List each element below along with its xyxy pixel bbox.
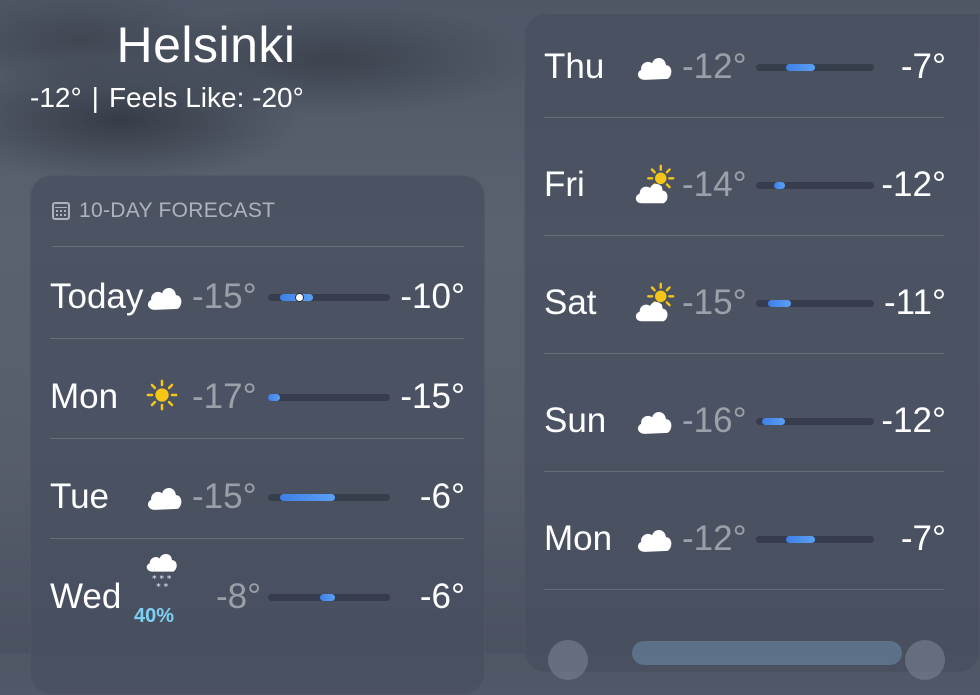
- high-temp: -7°: [900, 519, 946, 558]
- temp-range-fill: [773, 182, 786, 189]
- divider: [50, 338, 464, 339]
- forecast-row-mon[interactable]: Mon -12° -7°: [524, 509, 980, 569]
- temp-range-track: [756, 300, 874, 307]
- temp-range-fill: [280, 494, 336, 501]
- cloud-icon: [632, 45, 676, 94]
- calendar-icon: [52, 202, 70, 220]
- forecast-panel-right[interactable]: Thu -12° -7° Fri -14° -12° Sat -15° -11° Sun -16° -…: [524, 13, 980, 673]
- day-label: Mon: [544, 519, 613, 558]
- high-temp: -10°: [400, 277, 465, 316]
- cloud-icon: [632, 399, 676, 448]
- temp-range-track: [756, 64, 874, 71]
- divider: [544, 353, 944, 354]
- low-temp: -15°: [192, 277, 257, 316]
- high-temp: -12°: [881, 401, 946, 440]
- svg-text:* *: * *: [156, 583, 168, 593]
- forecast-row-sun[interactable]: Sun -16° -12°: [524, 391, 980, 451]
- temp-range-track: [268, 394, 390, 401]
- city-name: Helsinki: [116, 17, 296, 73]
- forecast-row-tue[interactable]: Tue -15° -6°: [30, 467, 485, 527]
- divider: [50, 538, 464, 539]
- temp-range-fill: [785, 536, 815, 543]
- bottom-left-button[interactable]: [548, 640, 588, 680]
- divider: [544, 235, 944, 236]
- day-label: Tue: [50, 477, 110, 516]
- low-temp: -15°: [192, 477, 257, 516]
- partly-cloudy-icon: [632, 163, 678, 214]
- precipitation-chance: 40%: [134, 605, 175, 627]
- forecast-row-fri[interactable]: Fri -14° -12°: [524, 155, 980, 215]
- low-temp: -17°: [192, 377, 257, 416]
- high-temp: -11°: [884, 283, 946, 322]
- day-label: Sat: [544, 283, 597, 322]
- temp-range-fill: [767, 300, 792, 307]
- low-temp: -8°: [216, 577, 262, 616]
- snow-cloud-icon: * * * * *: [142, 547, 182, 598]
- day-label: Thu: [544, 47, 605, 86]
- cloud-icon: [142, 475, 186, 524]
- forecast-row-thu[interactable]: Thu -12° -7°: [524, 37, 980, 97]
- divider: [544, 117, 944, 118]
- forecast-row-wed[interactable]: Wed * * * * * 40% -8° -6°: [30, 554, 485, 627]
- current-temp: -12°: [30, 82, 82, 113]
- temp-range-fill: [268, 394, 281, 401]
- temp-range-fill: [320, 594, 336, 601]
- partly-cloudy-icon: [632, 281, 678, 332]
- forecast-row-sat[interactable]: Sat -15° -11°: [524, 273, 980, 333]
- temp-range-fill: [761, 418, 786, 425]
- forecast-row-mon[interactable]: Mon -17° -15°: [30, 367, 485, 427]
- divider: [52, 246, 464, 247]
- forecast-header: 10-DAY FORECAST: [52, 199, 275, 223]
- divider: [544, 589, 944, 590]
- sun-icon: [142, 375, 182, 420]
- high-temp: -12°: [881, 165, 946, 204]
- separator: |: [91, 82, 99, 113]
- day-label: Sun: [544, 401, 607, 440]
- forecast-panel-left[interactable]: 10-DAY FORECAST Today -15° -10° Mon -17° -15°…: [30, 175, 485, 695]
- cloud-icon: [142, 275, 186, 324]
- low-temp: -15°: [682, 283, 747, 322]
- high-temp: -6°: [419, 577, 465, 616]
- low-temp: -14°: [682, 165, 747, 204]
- temp-range-track: [756, 418, 874, 425]
- feels-like: Feels Like: -20°: [108, 82, 304, 113]
- high-temp: -7°: [900, 47, 946, 86]
- day-label: Fri: [544, 165, 585, 204]
- temp-range-track: [268, 594, 390, 601]
- low-temp: -12°: [682, 519, 747, 558]
- temp-range-fill: [785, 64, 815, 71]
- low-temp: -12°: [682, 47, 747, 86]
- bottom-right-button[interactable]: [905, 640, 945, 680]
- temp-range-track: [756, 182, 874, 189]
- high-temp: -15°: [400, 377, 465, 416]
- high-temp: -6°: [419, 477, 465, 516]
- location-header: Helsinki: [0, 14, 412, 76]
- temp-range-track: [268, 293, 390, 302]
- current-temp-marker: [294, 293, 304, 302]
- bottom-toolbar-pill[interactable]: [632, 641, 902, 665]
- day-label: Wed: [50, 577, 122, 616]
- cloud-icon: [632, 517, 676, 566]
- divider: [50, 438, 464, 439]
- divider: [544, 471, 944, 472]
- forecast-row-today[interactable]: Today -15° -10°: [30, 267, 485, 327]
- day-label: Mon: [50, 377, 119, 416]
- day-label: Today: [50, 277, 144, 316]
- current-conditions: -12° | Feels Like: -20°: [30, 82, 304, 114]
- temp-range-track: [756, 536, 874, 543]
- low-temp: -16°: [682, 401, 747, 440]
- temp-range-track: [268, 494, 390, 501]
- forecast-title: 10-DAY FORECAST: [79, 199, 276, 222]
